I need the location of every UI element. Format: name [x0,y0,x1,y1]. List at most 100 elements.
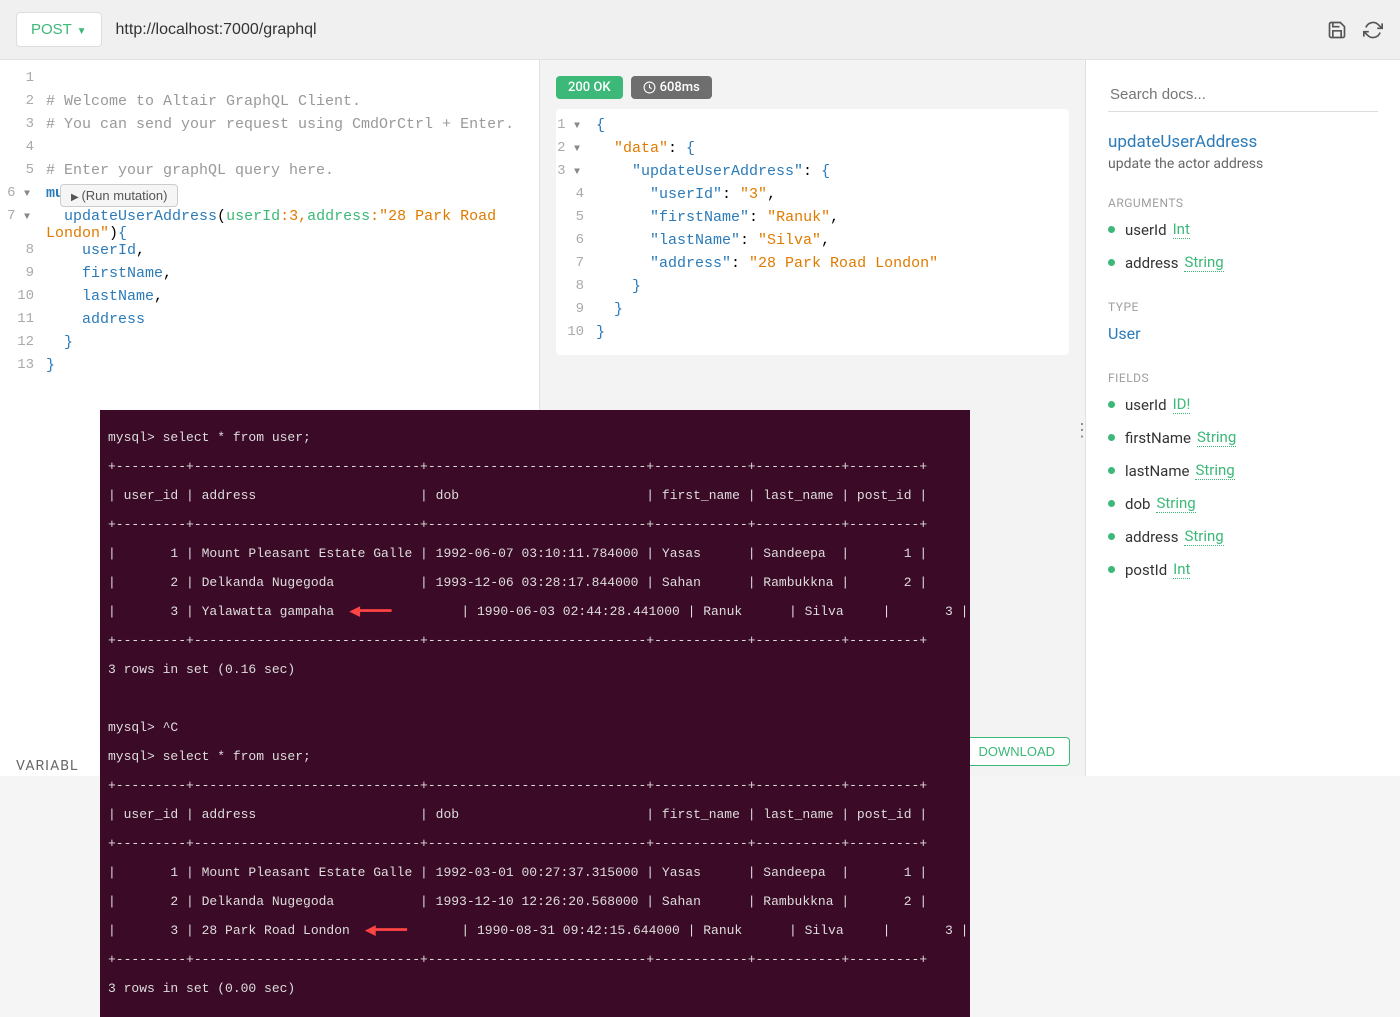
download-button[interactable]: DOWNLOAD [963,737,1070,766]
http-method-label: POST [31,21,72,38]
response-body[interactable]: 1 ▼{ 2 ▼ "data": { 3 ▼ "updateUserAddres… [556,109,1069,355]
terminal-line: +---------+-----------------------------… [108,953,962,968]
bullet-icon [1108,533,1115,540]
field: lastName [82,288,154,305]
arguments-label: ARGUMENTS [1108,196,1378,210]
arrow-annotation-icon: ◀━━━━ [350,604,391,619]
status-badge: 200 OK [556,76,623,99]
line-number: 3 [0,116,46,132]
terminal-line: | 1 | Mount Pleasant Estate Galle | 1992… [108,866,962,881]
fields-label: FIELDS [1108,371,1378,385]
mysql-terminal: mysql> select * from user; +---------+--… [100,410,970,1017]
arg-name: userId [226,208,280,225]
pane-resize-handle[interactable]: ⋮ [1073,420,1091,441]
field: address [82,311,145,328]
line-number: 7 ▼ [0,208,46,224]
json-key: "userId" [650,186,722,203]
query-editor[interactable]: 1 2# Welcome to Altair GraphQL Client. 3… [0,60,539,390]
docs-panel: updateUserAddress update the actor addre… [1085,60,1400,776]
arg-value: 3 [289,208,298,225]
variables-tab[interactable]: VARIABL [16,758,79,774]
terminal-line: +---------+-----------------------------… [108,837,962,852]
line-number: 5 [0,162,46,178]
field-name: lastName [1125,462,1189,480]
field-item: dob String [1108,494,1378,513]
json-value: "28 Park Road London" [749,255,938,272]
line-number: 6 ▼ [0,185,46,201]
bullet-icon [1108,434,1115,441]
terminal-line: +---------+-----------------------------… [108,634,962,649]
terminal-line: | 2 | Delkanda Nugegoda | 1993-12-10 12:… [108,895,962,910]
field-type-link[interactable]: String [1195,461,1234,480]
field-name: postId [1125,561,1167,579]
clock-icon [643,81,656,94]
field-item: address String [1108,527,1378,546]
field-type-link[interactable]: Int [1173,560,1190,579]
arrow-annotation-icon: ◀━━━━ [365,923,406,938]
topbar-actions [1326,19,1384,41]
field-type-link[interactable]: ID! [1173,395,1191,414]
terminal-line: 3 rows in set (0.00 sec) [108,982,962,997]
save-icon[interactable] [1326,19,1348,41]
terminal-line: mysql> ^C [108,721,962,736]
bullet-icon [1108,500,1115,507]
caret-down-icon: ▼ [74,26,87,37]
topbar: POST ▼ [0,0,1400,60]
docs-operation-title: updateUserAddress [1108,132,1378,152]
field-type-link[interactable]: String [1184,527,1223,546]
terminal-line: | 3 | Yalawatta gampaha ◀━━━━ | 1990-06-… [108,605,962,620]
bullet-icon [1108,467,1115,474]
line-number: 13 [0,357,46,373]
terminal-line: | user_id | address | dob | first_name |… [108,808,962,823]
terminal-line: +---------+-----------------------------… [108,779,962,794]
json-key: "address" [650,255,731,272]
operation-name: updateUserAddress [64,208,217,225]
arg-type-link[interactable]: Int [1173,220,1190,239]
bullet-icon [1108,566,1115,573]
terminal-line: mysql> select * from user; [108,750,962,765]
field-name: firstName [1125,429,1191,447]
reload-icon[interactable] [1362,19,1384,41]
type-link[interactable]: User [1108,324,1378,343]
json-key: "firstName" [650,209,749,226]
terminal-line [108,692,962,707]
terminal-line: mysql> select * from user; [108,431,962,446]
line-number: 8 [0,242,46,258]
json-value: "Silva" [758,232,821,249]
terminal-line: | 3 | 28 Park Road London ◀━━━━ | 1990-0… [108,924,962,939]
line-number: 10 [0,288,46,304]
url-input[interactable] [112,13,1306,47]
field-item: userId ID! [1108,395,1378,414]
comment: # Enter your graphQL query here. [46,162,539,179]
terminal-line: +---------+-----------------------------… [108,518,962,533]
arg-name: address [1125,254,1178,272]
field-item: firstName String [1108,428,1378,447]
line-number: 9 [0,265,46,281]
json-key: "data" [614,140,668,157]
field-item: lastName String [1108,461,1378,480]
status-row: 200 OK 608ms [556,76,1069,99]
line-number: 11 [0,311,46,327]
terminal-line: +---------+-----------------------------… [108,460,962,475]
line-number: 4 [0,139,46,155]
bullet-icon [1108,401,1115,408]
bullet-icon [1108,226,1115,233]
terminal-line: | 2 | Delkanda Nugegoda | 1993-12-06 03:… [108,576,962,591]
line-number: 12 [0,334,46,350]
time-value: 608ms [660,80,700,95]
docs-search-input[interactable] [1108,78,1378,112]
field: userId [82,242,136,259]
line-number: 2 [0,93,46,109]
run-mutation-button[interactable]: (Run mutation) [60,184,178,207]
arg-type-link[interactable]: String [1184,253,1223,272]
argument-item: userId Int [1108,220,1378,239]
json-value: "3" [740,186,767,203]
line-number: 1 [0,70,46,86]
field-type-link[interactable]: String [1197,428,1236,447]
bullet-icon [1108,259,1115,266]
comment: # You can send your request using CmdOrC… [46,116,539,133]
http-method-dropdown[interactable]: POST ▼ [16,12,102,47]
field-type-link[interactable]: String [1156,494,1195,513]
field-name: address [1125,528,1178,546]
type-label: TYPE [1108,300,1378,314]
